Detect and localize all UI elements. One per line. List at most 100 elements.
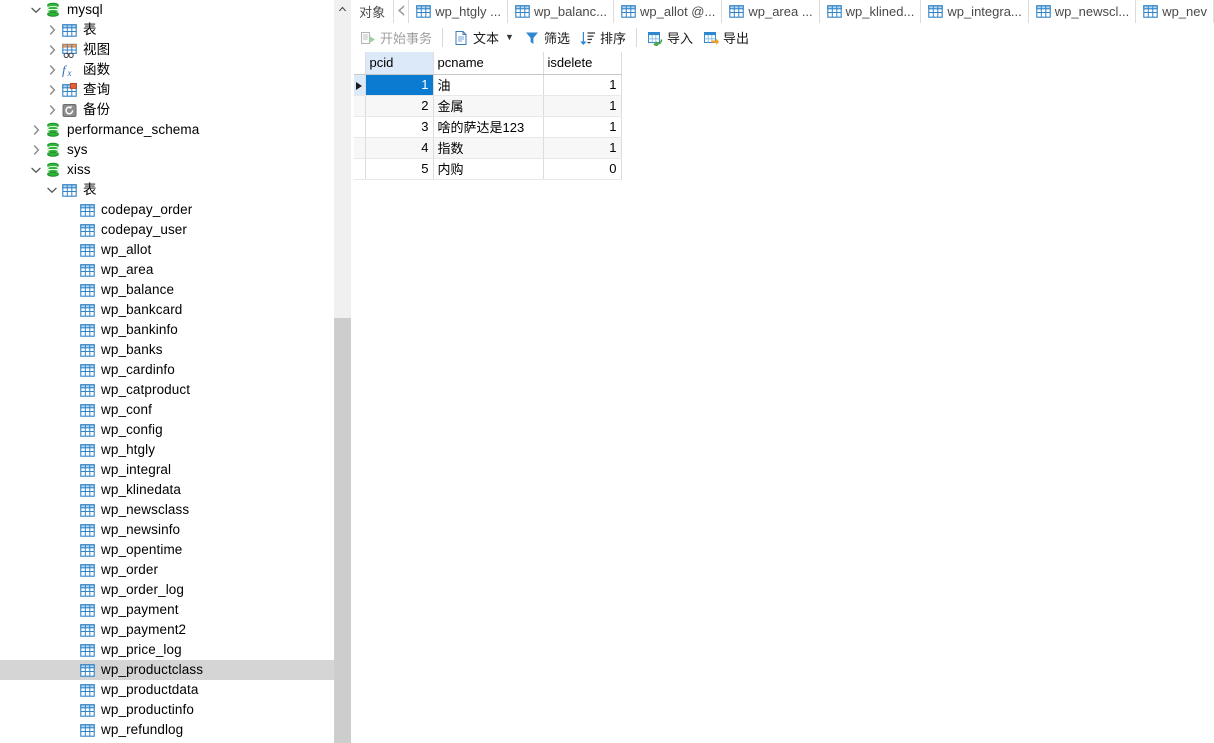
tree-item-[interactable]: 表 (0, 180, 334, 200)
tree-item-performance_schema[interactable]: performance_schema (0, 120, 334, 140)
editor-tab[interactable]: wp_htgly ... (409, 0, 508, 23)
tree-item-wp_klinedata[interactable]: wp_klinedata (0, 480, 334, 500)
grid-row[interactable]: 3 啥的萨达是123 1 (354, 116, 622, 138)
editor-tab[interactable]: wp_newscl... (1029, 0, 1137, 23)
scrollbar-thumb[interactable] (334, 318, 351, 743)
chevron-right-icon[interactable] (28, 140, 44, 160)
tree-item-wp_conf[interactable]: wp_conf (0, 400, 334, 420)
chevron-right-icon[interactable] (44, 40, 60, 60)
chevron-right-icon[interactable] (44, 100, 60, 120)
grid-toolbar[interactable]: 开始事务 文本 ▼ 筛选 排序 导入 导出 (351, 23, 1214, 52)
grid-row-marker[interactable] (354, 137, 366, 159)
grid-cell-pcid[interactable]: 5 (365, 158, 434, 180)
grid-cell-pcname[interactable]: 内购 (433, 158, 544, 180)
tree-item-wp_order_log[interactable]: wp_order_log (0, 580, 334, 600)
editor-tab[interactable]: wp_area ... (722, 0, 820, 23)
tree-item-wp_opentime[interactable]: wp_opentime (0, 540, 334, 560)
filter-button[interactable]: 筛选 (519, 26, 575, 50)
tree-item-sys[interactable]: sys (0, 140, 334, 160)
begin-transaction-button[interactable]: 开始事务 (355, 26, 437, 50)
import-button[interactable]: 导入 (642, 26, 698, 50)
tree-item-[interactable]: 视图 (0, 40, 334, 60)
editor-tab[interactable]: wp_balanc... (508, 0, 614, 23)
grid-row[interactable]: 2 金属 1 (354, 95, 622, 117)
tree-item-[interactable]: 备份 (0, 100, 334, 120)
chevron-right-icon[interactable] (44, 60, 60, 80)
tree-item-wp_bankinfo[interactable]: wp_bankinfo (0, 320, 334, 340)
tree-item-wp_refundlog[interactable]: wp_refundlog (0, 720, 334, 740)
tree-item-wp_area[interactable]: wp_area (0, 260, 334, 280)
export-button[interactable]: 导出 (698, 26, 754, 50)
tree-item-codepay_user[interactable]: codepay_user (0, 220, 334, 240)
tree-item-wp_productinfo[interactable]: wp_productinfo (0, 700, 334, 720)
chevron-right-icon[interactable] (28, 120, 44, 140)
chevron-up-icon[interactable] (334, 0, 351, 17)
tree-item-mysql[interactable]: mysql (0, 0, 334, 20)
tree-item-wp_cardinfo[interactable]: wp_cardinfo (0, 360, 334, 380)
grid-row-marker[interactable] (354, 74, 366, 96)
grid-row[interactable]: 5 内购 0 (354, 158, 622, 180)
tree-item-wp_htgly[interactable]: wp_htgly (0, 440, 334, 460)
caret-down-icon[interactable]: ▼ (505, 33, 514, 42)
tree-item-wp_productdata[interactable]: wp_productdata (0, 680, 334, 700)
sort-button[interactable]: 排序 (575, 26, 631, 50)
grid-cell-isdelete[interactable]: 1 (543, 74, 622, 96)
tab-scroll-left-button[interactable] (394, 0, 410, 23)
object-tree-pane[interactable]: mysql 表视图 f x 函数 查询 备份 performance_schema sys xis… (0, 0, 334, 743)
tree-item-[interactable]: 查询 (0, 80, 334, 100)
grid-row-marker[interactable] (354, 116, 366, 138)
tree-item-wp_newsinfo[interactable]: wp_newsinfo (0, 520, 334, 540)
tree-item-wp_order[interactable]: wp_order (0, 560, 334, 580)
tree-item-wp_balance[interactable]: wp_balance (0, 280, 334, 300)
grid-row-marker[interactable] (354, 158, 366, 180)
grid-cell-pcname[interactable]: 油 (433, 74, 544, 96)
tree-item-wp_payment2[interactable]: wp_payment2 (0, 620, 334, 640)
text-view-button[interactable]: 文本 ▼ (448, 26, 519, 50)
editor-tab[interactable]: wp_integra... (921, 0, 1029, 23)
editor-tab[interactable]: wp_nev (1136, 0, 1214, 23)
tab-objects[interactable]: 对象 (351, 0, 395, 23)
grid-cell-pcname[interactable]: 指数 (433, 137, 544, 159)
tree-item-wp_payment[interactable]: wp_payment (0, 600, 334, 620)
grid-body[interactable]: 1 油 1 2 金属 1 3 啥的萨达是123 1 4 指数 1 5 内购 0 (354, 74, 622, 180)
grid-column-header-isdelete[interactable]: isdelete (543, 52, 622, 75)
grid-cell-pcid[interactable]: 3 (365, 116, 434, 138)
grid-cell-isdelete[interactable]: 1 (543, 137, 622, 159)
grid-row-marker[interactable] (354, 95, 366, 117)
chevron-right-icon[interactable] (44, 80, 60, 100)
chevron-down-icon[interactable] (44, 180, 60, 200)
tree-item-wp_catproduct[interactable]: wp_catproduct (0, 380, 334, 400)
grid-row[interactable]: 4 指数 1 (354, 137, 622, 159)
tree-item-wp_bankcard[interactable]: wp_bankcard (0, 300, 334, 320)
grid-cell-pcid[interactable]: 2 (365, 95, 434, 117)
tree-item-wp_integral[interactable]: wp_integral (0, 460, 334, 480)
chevron-right-icon[interactable] (44, 20, 60, 40)
chevron-down-icon[interactable] (28, 0, 44, 20)
tree-item-wp_config[interactable]: wp_config (0, 420, 334, 440)
editor-tab[interactable]: wp_klined... (820, 0, 922, 23)
grid-column-header-pcname[interactable]: pcname (433, 52, 544, 75)
grid-cell-isdelete[interactable]: 0 (543, 158, 622, 180)
editor-tab[interactable]: wp_allot @... (614, 0, 723, 23)
tree-item-wp_price_log[interactable]: wp_price_log (0, 640, 334, 660)
tree-item-wp_productclass[interactable]: wp_productclass (0, 660, 334, 680)
grid-column-header-pcid[interactable]: pcid (365, 52, 434, 75)
tree-item-codepay_order[interactable]: codepay_order (0, 200, 334, 220)
tree-item-wp_banks[interactable]: wp_banks (0, 340, 334, 360)
tree-item-wp_newsclass[interactable]: wp_newsclass (0, 500, 334, 520)
tree-item-[interactable]: 表 (0, 20, 334, 40)
grid-cell-isdelete[interactable]: 1 (543, 95, 622, 117)
grid-row[interactable]: 1油1 (354, 74, 622, 96)
tree-vertical-scrollbar[interactable] (334, 0, 351, 743)
tree-item-xiss[interactable]: xiss (0, 160, 334, 180)
tree-item-[interactable]: f x 函数 (0, 60, 334, 80)
grid-cell-pcid[interactable]: 1 (365, 74, 434, 96)
grid-cell-isdelete[interactable]: 1 (543, 116, 622, 138)
data-grid[interactable]: pcid pcname isdelete 1 油 1 2 金属 1 3 啥的萨达是123 1 4 指数 1… (354, 52, 622, 180)
tree-item-wp_allot[interactable]: wp_allot (0, 240, 334, 260)
grid-cell-pcname[interactable]: 金属 (433, 95, 544, 117)
grid-cell-pcname[interactable]: 啥的萨达是123 (433, 116, 544, 138)
grid-cell-pcid[interactable]: 4 (365, 137, 434, 159)
tab-strip[interactable]: 对象 wp_htgly ... wp_balanc... wp_allot @...… (351, 0, 1214, 24)
chevron-down-icon[interactable] (28, 160, 44, 180)
